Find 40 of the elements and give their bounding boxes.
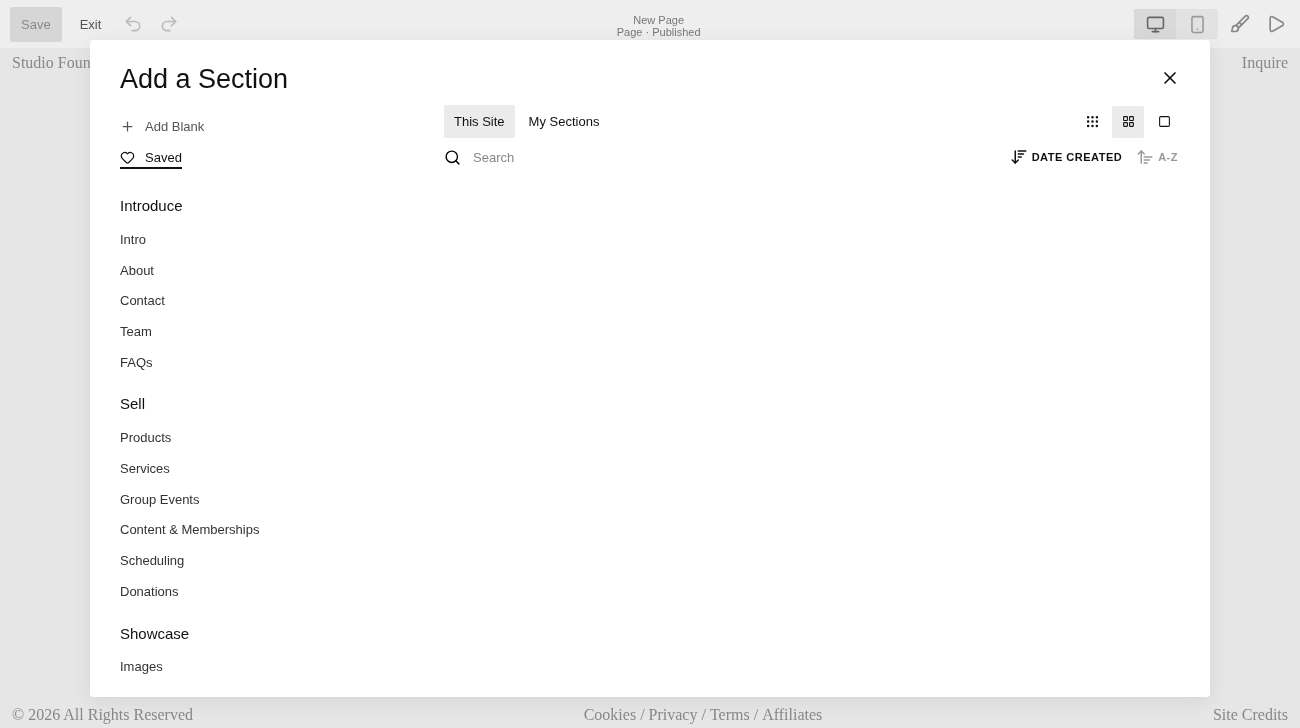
heart-icon [120, 150, 135, 165]
sort-up-icon [1136, 148, 1155, 166]
site-brand: Studio Foun [12, 54, 91, 72]
page-title: New Page [633, 14, 685, 26]
plus-icon [120, 119, 135, 134]
separator: / [701, 706, 706, 723]
square-icon [1157, 115, 1171, 128]
category-heading: Showcase [120, 624, 191, 642]
sort-down-icon [1009, 148, 1028, 166]
category-item[interactable]: Services [120, 453, 170, 484]
tab[interactable]: My Sections [518, 105, 610, 138]
tab[interactable]: This Site [444, 105, 515, 138]
search-icon [444, 148, 461, 166]
dialog-title: Add a Section [120, 64, 290, 95]
grid-icon [1121, 115, 1135, 128]
sidebar-action[interactable]: Saved [120, 148, 182, 169]
desktop-icon [1145, 14, 1165, 34]
category-item[interactable]: Donations [120, 575, 179, 607]
sort-button[interactable]: DATE CREATED [1007, 146, 1125, 168]
category-item[interactable]: FAQs [120, 346, 153, 378]
sidebar-action[interactable]: Add Blank [120, 117, 205, 138]
category-item[interactable]: Intro [120, 224, 146, 255]
separator: / [753, 706, 759, 723]
category-item[interactable]: Contact [120, 285, 165, 317]
category-heading: Introduce [120, 197, 184, 214]
category-item[interactable]: Team [120, 316, 152, 347]
view-button[interactable] [1112, 105, 1144, 138]
category-item[interactable]: Images [120, 651, 163, 683]
device-button[interactable] [1134, 9, 1176, 39]
category-item[interactable]: Scheduling [120, 545, 185, 576]
page-status: Page · Published [616, 26, 701, 38]
copyright-text: © 2026 All Rights Reserved [12, 706, 194, 724]
category-item[interactable]: About [120, 254, 154, 286]
dots-grid-icon [1084, 114, 1100, 129]
separator: / [640, 706, 645, 723]
category-heading: Sell [120, 395, 146, 413]
category-item[interactable]: Content & Memberships [120, 514, 260, 546]
category-item[interactable]: Group Events [120, 483, 200, 515]
exit-button[interactable]: Exit [69, 8, 112, 40]
category-item[interactable]: Products [120, 422, 172, 454]
